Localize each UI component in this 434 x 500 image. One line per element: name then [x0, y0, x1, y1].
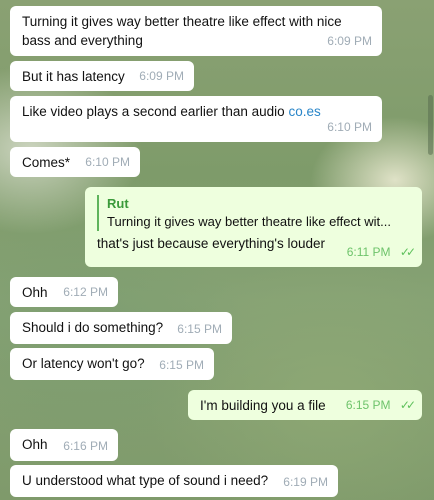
message-link[interactable]: co.es: [288, 104, 320, 119]
message-text: Like video plays a second earlier than a…: [22, 104, 285, 119]
message-time: 6:09 PM: [327, 34, 372, 48]
message-bubble[interactable]: Should i do something? 6:15 PM: [10, 312, 232, 344]
message-bubble[interactable]: Turning it gives way better theatre like…: [10, 6, 382, 56]
message-meta: 6:11 PM ✓✓: [346, 243, 416, 262]
message-bubble[interactable]: Ohh 6:12 PM: [10, 277, 118, 307]
reply-author: Rut: [107, 196, 129, 211]
message-bubble[interactable]: Or latency won't go? 6:15 PM: [10, 348, 214, 380]
message-text: Ohh: [22, 437, 48, 452]
message-bubble-outgoing[interactable]: Rut Turning it gives way better theatre …: [85, 187, 422, 267]
message-bubble[interactable]: Like video plays a second earlier than a…: [10, 96, 382, 142]
message-time: 6:12 PM: [63, 285, 108, 299]
message-bubble[interactable]: Comes* 6:10 PM: [10, 147, 140, 177]
message-time: 6:15 PM: [345, 398, 391, 412]
chat-history: Turning it gives way better theatre like…: [0, 0, 434, 500]
message-text: Turning it gives way better theatre like…: [22, 14, 342, 48]
message-text: that's just because everything's louder: [97, 236, 326, 251]
message-bubble[interactable]: Ohh 6:16 PM: [10, 429, 118, 461]
message-text: But it has latency: [22, 69, 125, 84]
read-checks-icon: ✓✓: [399, 245, 416, 259]
message-time: 6:16 PM: [63, 439, 108, 453]
message-text: U understood what type of sound i need?: [22, 473, 269, 488]
reply-text: Turning it gives way better theatre like…: [107, 214, 391, 229]
message-text: I'm building you a file: [200, 398, 326, 413]
message-text: Comes*: [22, 155, 71, 170]
message-text: Ohh: [22, 285, 48, 300]
message-text: Or latency won't go?: [22, 356, 145, 371]
message-time: 6:11 PM: [346, 245, 391, 259]
message-time: 6:10 PM: [327, 120, 372, 134]
message-text: Should i do something?: [22, 320, 164, 335]
message-time: 6:19 PM: [283, 475, 328, 489]
read-checks-icon: ✓✓: [399, 398, 416, 412]
message-meta: 6:15 PM ✓✓: [345, 396, 416, 415]
scrollbar-thumb[interactable]: [428, 95, 433, 155]
message-time: 6:15 PM: [177, 322, 222, 336]
message-bubble[interactable]: U understood what type of sound i need? …: [10, 465, 338, 497]
message-time: 6:09 PM: [139, 69, 184, 83]
message-time: 6:10 PM: [85, 155, 130, 169]
message-bubble[interactable]: But it has latency 6:09 PM: [10, 61, 194, 91]
message-time: 6:15 PM: [159, 358, 204, 372]
message-bubble-outgoing[interactable]: I'm building you a file 6:15 PM ✓✓: [188, 390, 422, 420]
reply-quote[interactable]: Rut Turning it gives way better theatre …: [97, 195, 410, 231]
